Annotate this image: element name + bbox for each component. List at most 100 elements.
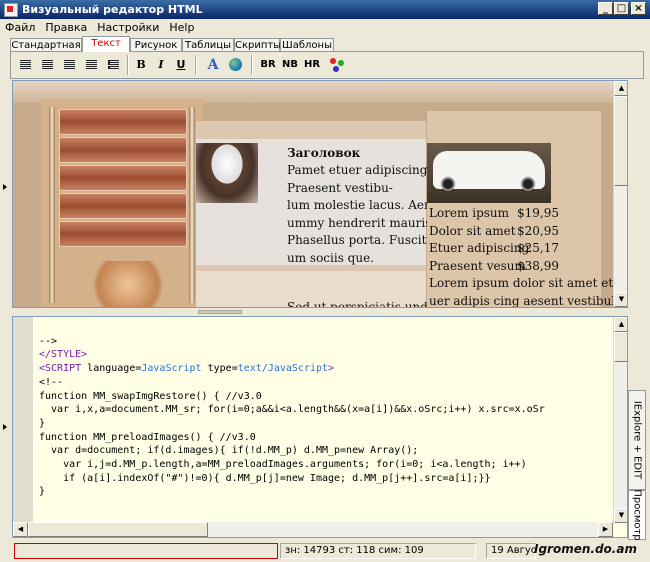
preview-right-line: Lorem ipsum dolor sit amet et (429, 276, 614, 290)
code-line: function MM_preloadImages() { //v3.0 (39, 431, 256, 443)
nb-button[interactable]: NB (279, 55, 301, 75)
app-icon (4, 3, 18, 17)
preview-right-line: uer adipis cing aesent vestibul. (429, 293, 619, 308)
menu-file[interactable]: Файл (0, 19, 40, 37)
editor-horizontal-scrollbar[interactable]: ◀ ▶ (13, 522, 613, 537)
maximize-button[interactable]: □ (614, 2, 629, 15)
align-justify-icon[interactable] (81, 55, 101, 75)
toolbar-separator (195, 55, 197, 75)
tab-iexplore-edit[interactable]: IExplore + EDIT (628, 390, 646, 490)
watermark-text: Igromen.do.am (534, 542, 637, 556)
underline-button[interactable]: U (171, 55, 191, 75)
scroll-down-icon[interactable]: ▼ (614, 292, 627, 307)
preview-pillar (189, 107, 195, 303)
price-item: Lorem ipsum (429, 206, 510, 220)
align-center-icon[interactable] (37, 55, 57, 75)
plugin-icon[interactable] (327, 55, 347, 75)
code-line: var i,x,a=document.MM_sr; for(i=0;a&&i<a… (39, 404, 545, 416)
pane-splitter[interactable] (12, 308, 628, 316)
scroll-down-icon[interactable]: ▼ (614, 508, 627, 523)
preview-paragraph-line: um sociis que. (287, 250, 374, 265)
expand-left-icon[interactable] (3, 184, 7, 190)
editor-vertical-scrollbar[interactable]: ▲ ▼ (613, 317, 627, 523)
preview-portrait-image (93, 261, 163, 307)
bride-photo (196, 143, 258, 203)
expand-left-icon[interactable] (3, 424, 7, 430)
code-line: <!-- (39, 376, 64, 388)
price-item: Dolor sit amet (429, 223, 516, 238)
format-toolbar: B I U A BR NB HR (10, 51, 644, 79)
tab-tables[interactable]: Таблицы (182, 38, 234, 52)
scrollbar-thumb[interactable] (28, 522, 208, 537)
preview-stripe (59, 137, 187, 163)
window-title: Визуальный редактор HTML (22, 3, 203, 16)
code-line: var i,j=d.MM_p.length,a=MM_preloadImages… (39, 459, 527, 471)
tab-standard[interactable]: Стандартная (10, 38, 82, 52)
code-line: } (39, 486, 46, 498)
preview-paragraph-line: Praesent vestibu- (287, 180, 393, 195)
code-editor[interactable]: --> </STYLE> <SCRIPT language=JavaScript t… (12, 316, 628, 538)
scroll-up-icon[interactable]: ▲ (614, 317, 627, 332)
tab-scripts[interactable]: Скрипты (234, 38, 281, 52)
code-line: --> (39, 335, 58, 347)
tab-iexplore-edit-label: IExplore + EDIT (631, 400, 643, 480)
price-item: Etuer adipiscing (429, 241, 530, 255)
br-button[interactable]: BR (257, 55, 279, 75)
preview-stripe (59, 165, 187, 191)
splitter-grip[interactable] (198, 310, 242, 314)
price-value: $25,17 (517, 241, 559, 255)
scroll-up-icon[interactable]: ▲ (614, 81, 627, 96)
title-bar[interactable]: Визуальный редактор HTML _ □ × (0, 0, 650, 19)
status-bar: зн: 14793 ст: 118 сим: 109 19 Август 2 I… (0, 540, 650, 562)
tab-templates[interactable]: Шаблоны (280, 38, 334, 52)
code-line: } (39, 417, 46, 429)
align-left-icon[interactable] (15, 55, 35, 75)
editor-gutter (13, 317, 33, 523)
preview-heading: Заголовок (287, 146, 361, 160)
close-button[interactable]: × (631, 2, 646, 15)
minimize-button[interactable]: _ (598, 2, 613, 15)
preview-stripe (59, 193, 187, 219)
code-line: var d=document; if(d.images){ if(!d.MM_p… (39, 445, 419, 457)
car-wheel (441, 177, 455, 191)
menu-help[interactable]: Help (164, 19, 199, 37)
price-value: $38,99 (517, 258, 559, 273)
hr-button[interactable]: HR (301, 55, 323, 75)
preview-paragraph-line: Phasellus porta. Fuscit var (287, 233, 450, 247)
globe-icon[interactable] (225, 55, 245, 75)
toolbar-separator (127, 55, 129, 75)
menu-bar: Файл Правка Настройки Help (0, 19, 650, 37)
scroll-right-icon[interactable]: ▶ (598, 522, 613, 537)
code-text[interactable]: --> </STYLE> <SCRIPT language=JavaScript t… (39, 321, 545, 527)
price-value: $20,95 (517, 223, 559, 238)
scroll-left-icon[interactable]: ◀ (13, 522, 28, 537)
toolbar-separator (251, 55, 253, 75)
preview-scrollbar[interactable]: ▲ ▼ (613, 81, 627, 307)
align-right-icon[interactable] (59, 55, 79, 75)
preview-stripe (59, 109, 187, 135)
code-line: <SCRIPT language=JavaScript type=text/Ja… (39, 363, 335, 375)
car-wheel (521, 177, 535, 191)
preview-pillar (49, 107, 55, 303)
italic-button[interactable]: I (151, 55, 171, 75)
html-preview[interactable]: Заголовок Pamet etuer adipiscing elit. P… (12, 80, 628, 308)
font-color-button[interactable]: A (203, 55, 223, 75)
bold-button[interactable]: B (131, 55, 151, 75)
tab-picture[interactable]: Рисунок (130, 38, 182, 52)
status-message-panel (14, 543, 278, 559)
code-line: if (a[i].indexOf("#")!=0){ d.MM_p[j]=new… (39, 472, 491, 484)
code-line: function MM_swapImgRestore() { //v3.0 (39, 390, 262, 402)
preview-paragraph-line: ummy hendrerit mauris. (287, 215, 436, 230)
price-value: $19,95 (517, 206, 559, 220)
scrollbar-thumb[interactable] (614, 96, 627, 186)
main-window: Визуальный редактор HTML _ □ × Файл Правк… (0, 0, 650, 562)
tab-preview[interactable]: Просмотр (628, 489, 646, 541)
preview-bottom-line: Sed ut perspiciatis unde (287, 300, 435, 308)
tab-text[interactable]: Текст (82, 36, 130, 52)
scrollbar-thumb[interactable] (614, 332, 627, 362)
menu-settings[interactable]: Настройки (92, 19, 164, 37)
status-stats: зн: 14793 ст: 118 сим: 109 (280, 543, 476, 559)
bullet-list-icon[interactable] (103, 55, 123, 75)
menu-edit[interactable]: Правка (40, 19, 92, 37)
price-item: Praesent vesum (429, 258, 526, 273)
